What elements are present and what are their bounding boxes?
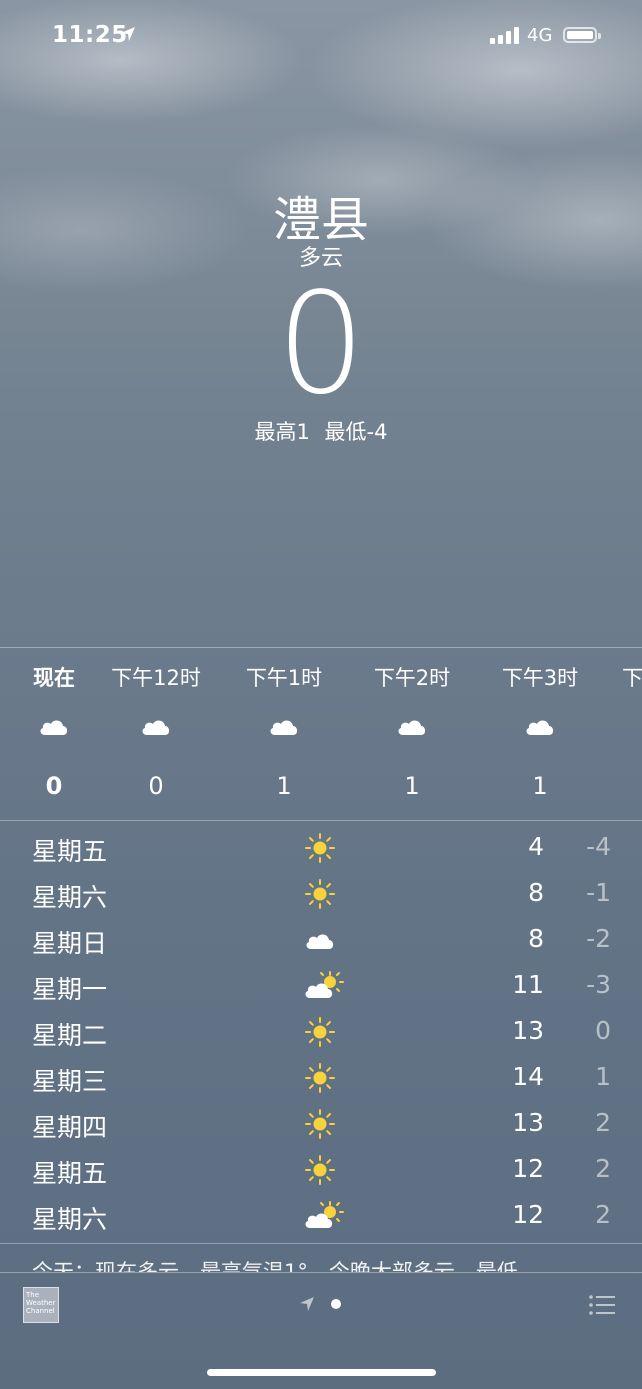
day-name: 星期四 <box>32 1113 108 1142</box>
day-low: 1 <box>595 1062 611 1091</box>
sun-icon <box>305 833 335 863</box>
day-high: 14 <box>512 1062 544 1091</box>
hour-label: 下午3时 <box>501 666 579 690</box>
sun-icon <box>305 1109 335 1139</box>
day-high: 12 <box>512 1154 544 1183</box>
hour-label: 下午2时 <box>373 666 451 690</box>
divider <box>0 1243 642 1244</box>
daily-row: 星期日 8 -2 <box>0 918 642 964</box>
network-type: 4G <box>527 25 553 46</box>
list-icon[interactable] <box>588 1294 616 1316</box>
day-name: 星期五 <box>32 837 108 866</box>
location-arrow-icon <box>121 27 135 41</box>
day-high: 13 <box>512 1108 544 1137</box>
hour-label: 下午12时 <box>111 666 201 690</box>
hour-label: 下 <box>622 666 642 690</box>
weather-channel-logo[interactable]: The Weather Channel <box>23 1287 59 1323</box>
daily-row: 星期二 13 0 <box>0 1010 642 1056</box>
today-summary: 今天：现在多云。最高气温1°。今晚大部多云，最低 <box>32 1260 518 1272</box>
cloud-icon <box>526 720 554 735</box>
cloud-icon <box>306 934 334 949</box>
home-indicator[interactable] <box>207 1369 436 1376</box>
daily-row: 星期四 13 2 <box>0 1102 642 1148</box>
day-name: 星期五 <box>32 1159 108 1188</box>
hour-temp: 0 <box>148 772 164 800</box>
day-name: 星期三 <box>32 1067 108 1096</box>
cloud-icon <box>40 720 68 735</box>
daily-row: 星期三 14 1 <box>0 1056 642 1102</box>
sun-icon <box>305 1017 335 1047</box>
hour-temp: 1 <box>404 772 420 800</box>
day-high: 12 <box>512 1200 544 1229</box>
sun-icon <box>305 1155 335 1185</box>
status-bar: 11:25 4G <box>0 22 642 52</box>
divider <box>0 1272 642 1273</box>
today-high: 最高1 <box>254 420 310 444</box>
cloud-icon <box>398 720 426 735</box>
daily-row: 星期五 4 -4 <box>0 826 642 872</box>
partly-sunny-icon <box>305 1201 344 1228</box>
current-location-icon[interactable] <box>299 1296 315 1312</box>
daily-row: 星期六 12 2 <box>0 1194 642 1240</box>
day-low: -4 <box>586 832 611 861</box>
cloud-icon <box>142 720 170 735</box>
daily-row: 星期五 12 2 <box>0 1148 642 1194</box>
signal-strength-icon <box>490 26 519 44</box>
day-name: 星期六 <box>32 1205 108 1234</box>
day-high: 4 <box>528 832 544 861</box>
high-low: 最高1 最低-4 <box>0 416 642 446</box>
hour-temp: 1 <box>276 772 292 800</box>
status-time: 11:25 <box>52 22 128 48</box>
day-low: 0 <box>595 1016 611 1045</box>
hourly-forecast[interactable]: 现在 0 下午12时 0 下午1时 1 下午2时 1 下午3时 1 下 <box>0 647 642 821</box>
sun-icon <box>305 879 335 909</box>
page-indicator-dot[interactable] <box>331 1299 341 1309</box>
daily-forecast: 星期五 4 -4 星期六 8 -1 星期日 8 -2 星期一 11 -3 星期二… <box>0 826 642 1240</box>
day-high: 11 <box>512 970 544 999</box>
day-name: 星期日 <box>32 929 108 958</box>
daily-row: 星期一 11 -3 <box>0 964 642 1010</box>
hour-temp: 1 <box>532 772 548 800</box>
battery-icon <box>563 27 601 43</box>
day-name: 星期二 <box>32 1021 108 1050</box>
current-temperature: 0 <box>276 263 366 426</box>
cloud-icon <box>270 720 298 735</box>
day-low: -3 <box>586 970 611 999</box>
day-low: 2 <box>595 1154 611 1183</box>
hour-label: 下午1时 <box>245 666 323 690</box>
day-low: -2 <box>586 924 611 953</box>
sun-icon <box>305 1063 335 1093</box>
day-high: 8 <box>528 878 544 907</box>
today-low: 最低-4 <box>324 420 388 444</box>
day-high: 8 <box>528 924 544 953</box>
partly-sunny-icon <box>305 971 344 998</box>
day-low: 2 <box>595 1108 611 1137</box>
day-low: -1 <box>586 878 611 907</box>
day-high: 13 <box>512 1016 544 1045</box>
daily-row: 星期六 8 -1 <box>0 872 642 918</box>
day-name: 星期六 <box>32 883 108 912</box>
day-name: 星期一 <box>32 975 108 1004</box>
day-low: 2 <box>595 1200 611 1229</box>
